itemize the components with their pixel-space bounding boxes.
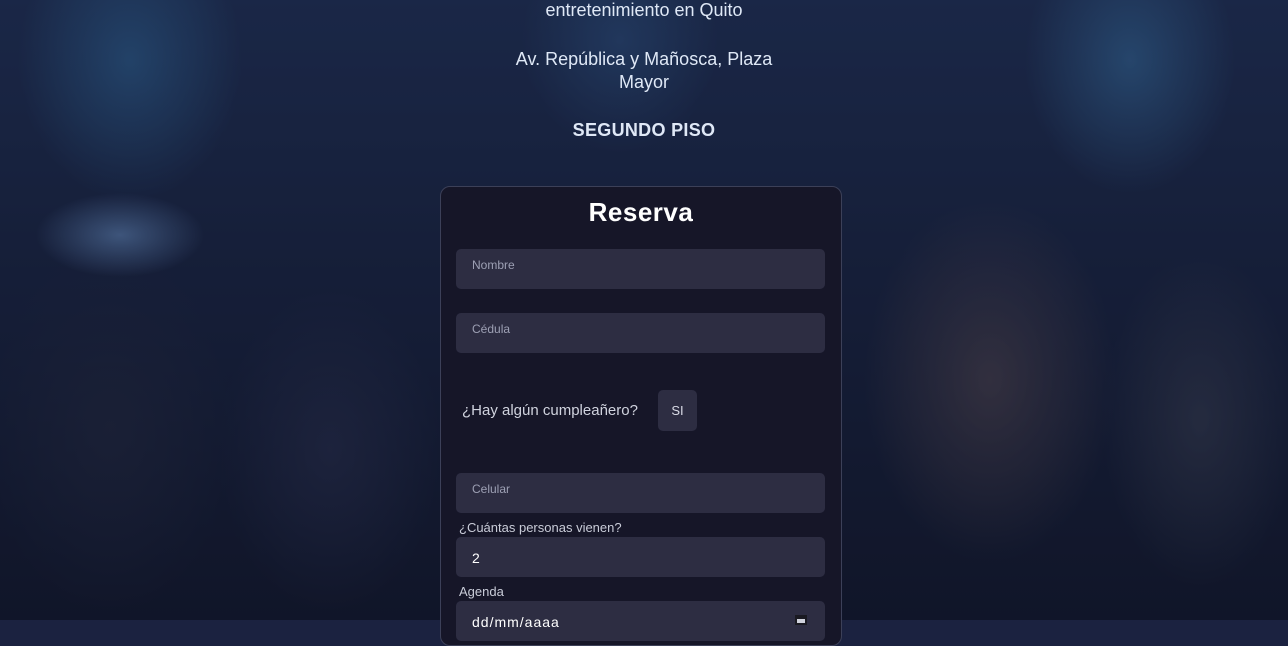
birthday-question: ¿Hay algún cumpleañero? [462,402,638,419]
date-input[interactable]: dd/mm/aaaa [456,601,825,641]
form-title: Reserva [588,197,694,227]
calendar-icon[interactable] [795,615,807,625]
id-input[interactable] [456,313,825,353]
venue-tagline: entretenimiento en Quito [545,0,743,20]
date-label: Agenda [459,584,504,599]
venue-address: Av. República y Mañosca, Plaza Mayor [515,49,773,92]
date-placeholder: dd/mm/aaaa [472,614,560,630]
people-label: ¿Cuántas personas vienen? [459,520,622,535]
birthday-yes-button[interactable]: SI [658,390,697,431]
reservation-form: Reserva ¿Hay algún cumpleañero? SI ¿Cuán… [440,186,842,646]
name-input[interactable] [456,249,825,289]
people-value: 2 [472,550,480,566]
phone-input[interactable] [456,473,825,513]
venue-floor: SEGUNDO PISO [572,120,716,140]
people-input[interactable]: 2 [456,537,825,577]
